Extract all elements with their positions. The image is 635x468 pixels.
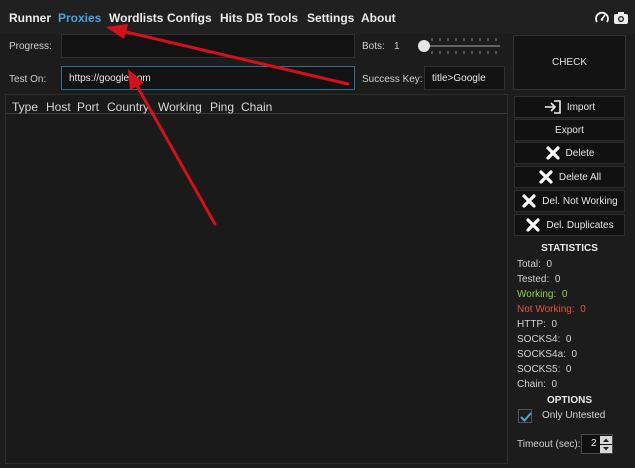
bots-value: 1: [394, 41, 400, 52]
bots-label: Bots:: [362, 41, 385, 52]
column-port[interactable]: Port: [77, 100, 99, 114]
proxies-grid[interactable]: Type Host Port Country Working Ping Chai…: [5, 94, 508, 464]
menu-configs[interactable]: Configs: [167, 11, 212, 25]
statistics-title: STATISTICS: [541, 243, 598, 254]
only-untested-label: Only Untested: [542, 410, 606, 421]
close-icon: [539, 170, 553, 184]
stat-socks5-value: 0: [565, 364, 572, 375]
stat-total: Total: 0: [517, 259, 552, 270]
del-duplicates-button[interactable]: Del. Duplicates: [514, 214, 625, 236]
test-on-label: Test On:: [9, 74, 47, 85]
success-key-input[interactable]: title>Google: [424, 66, 505, 90]
menu-tools[interactable]: Tools: [267, 11, 298, 25]
stat-total-value: 0: [546, 259, 553, 270]
column-ping[interactable]: Ping: [210, 100, 234, 114]
only-untested-checkbox[interactable]: [518, 409, 532, 423]
del-not-working-label: Del. Not Working: [542, 195, 618, 207]
timeout-label: Timeout (sec):: [517, 439, 581, 450]
column-type[interactable]: Type: [12, 100, 38, 114]
gauge-icon[interactable]: [594, 10, 610, 26]
menu-about[interactable]: About: [361, 11, 396, 25]
bots-slider[interactable]: [416, 36, 502, 58]
progress-label: Progress:: [9, 41, 52, 52]
del-duplicates-label: Del. Duplicates: [546, 219, 614, 231]
import-icon: [544, 100, 561, 114]
stat-chain: Chain: 0: [517, 379, 557, 390]
stat-total-label: Total:: [517, 259, 541, 270]
menu-hits-db[interactable]: Hits DB: [220, 11, 263, 25]
stat-tested: Tested: 0: [517, 274, 560, 285]
stat-not-working-value: 0: [580, 304, 586, 315]
column-working[interactable]: Working: [158, 100, 202, 114]
menu-wordlists[interactable]: Wordlists: [109, 11, 163, 25]
stat-socks4a-label: SOCKS4a:: [517, 349, 566, 360]
menu-bar: Runner Proxies Wordlists Configs Hits DB…: [0, 0, 635, 34]
column-chain[interactable]: Chain: [241, 100, 272, 114]
progress-bar: [61, 34, 355, 58]
stat-http-value: 0: [551, 319, 558, 330]
stat-socks4a: SOCKS4a: 0: [517, 349, 577, 360]
column-host[interactable]: Host: [46, 100, 71, 114]
close-icon: [522, 194, 536, 208]
delete-button[interactable]: Delete: [514, 142, 625, 164]
del-not-working-button[interactable]: Del. Not Working: [514, 190, 625, 212]
camera-icon[interactable]: [613, 10, 629, 26]
stat-socks5: SOCKS5: 0: [517, 364, 571, 375]
stepper-arrows-icon[interactable]: [600, 436, 612, 453]
stat-chain-label: Chain:: [517, 379, 546, 390]
stat-tested-value: 0: [554, 274, 561, 285]
import-button[interactable]: Import: [514, 96, 625, 118]
timeout-stepper[interactable]: 2: [581, 434, 613, 454]
close-icon: [526, 218, 540, 232]
stat-not-working-label: Not Working:: [517, 304, 575, 315]
delete-all-button[interactable]: Delete All: [514, 166, 625, 188]
stat-socks4-label: SOCKS4:: [517, 334, 561, 345]
success-key-label: Success Key:: [362, 74, 423, 85]
grid-header: Type Host Port Country Working Ping Chai…: [6, 95, 507, 114]
menu-proxies[interactable]: Proxies: [58, 11, 101, 25]
stat-http: HTTP: 0: [517, 319, 557, 330]
stat-working: Working: 0: [517, 289, 567, 300]
import-label: Import: [566, 101, 596, 113]
close-icon: [545, 146, 560, 160]
stat-not-working: Not Working: 0: [517, 304, 586, 315]
stat-socks5-label: SOCKS5:: [517, 364, 561, 375]
options-title: OPTIONS: [546, 395, 592, 406]
test-on-input[interactable]: https://google.com: [61, 66, 355, 90]
delete-label: Delete: [565, 147, 595, 159]
export-button[interactable]: Export: [514, 119, 625, 141]
stat-socks4-value: 0: [565, 334, 572, 345]
slider-thumb: [418, 40, 430, 52]
stat-socks4: SOCKS4: 0: [517, 334, 571, 345]
export-label: Export: [555, 124, 584, 136]
delete-all-label: Delete All: [558, 171, 602, 183]
column-country[interactable]: Country: [107, 100, 149, 114]
checkmark-icon: [520, 412, 532, 422]
menu-settings[interactable]: Settings: [307, 11, 354, 25]
stat-socks4a-value: 0: [571, 349, 578, 360]
stat-chain-value: 0: [551, 379, 558, 390]
stat-working-value: 0: [561, 289, 568, 300]
check-button[interactable]: CHECK: [513, 35, 626, 90]
menu-runner[interactable]: Runner: [9, 11, 51, 25]
stat-tested-label: Tested:: [517, 274, 550, 285]
stat-http-label: HTTP:: [517, 319, 546, 330]
stat-working-label: Working:: [517, 289, 557, 300]
timeout-value: 2: [591, 438, 597, 449]
